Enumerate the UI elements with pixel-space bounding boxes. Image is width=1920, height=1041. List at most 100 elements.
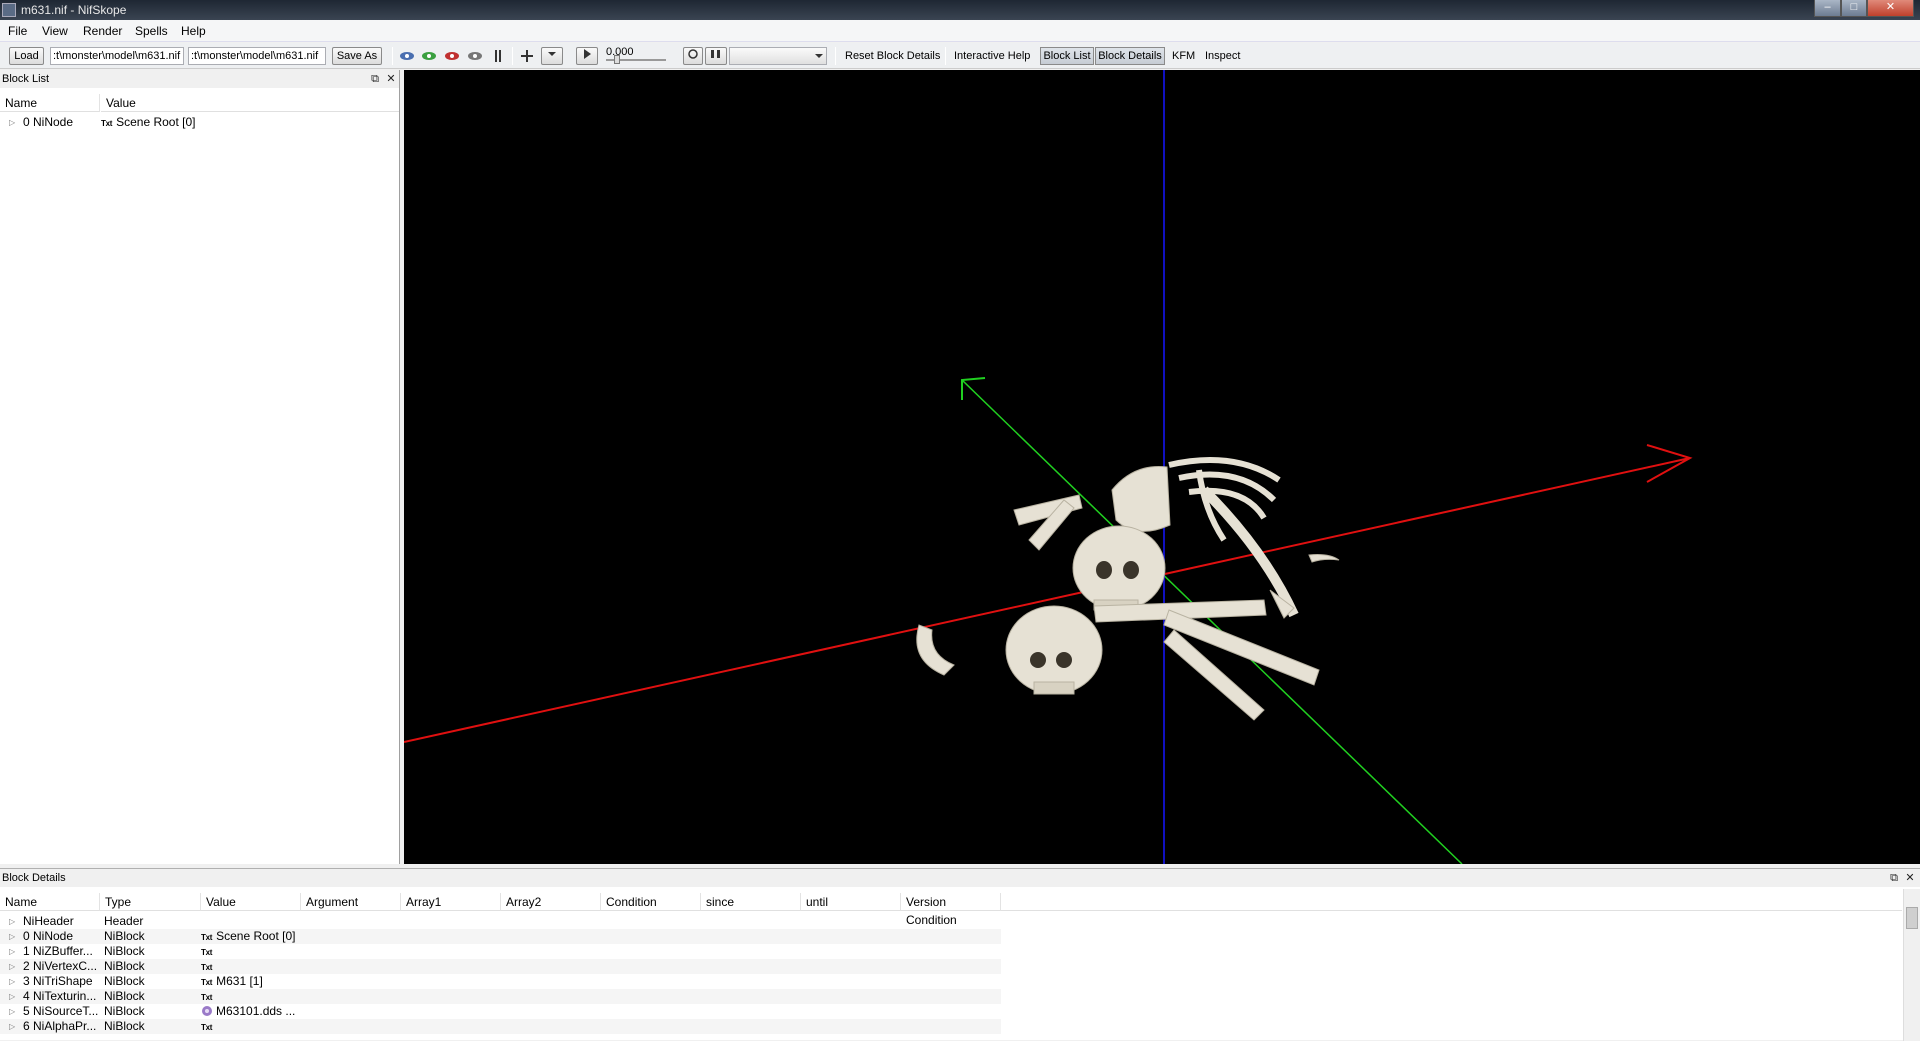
maximize-button[interactable]: □: [1841, 0, 1867, 17]
row-name: 5 NiSourceT...: [23, 1004, 99, 1018]
column-header-value[interactable]: Value: [101, 94, 399, 112]
chevron-down-icon: [815, 54, 823, 58]
view-top-icon[interactable]: [398, 48, 416, 64]
skull-back: [1111, 465, 1171, 532]
row-value-cell: Txt: [201, 1019, 321, 1035]
column-header-since[interactable]: since: [701, 893, 801, 911]
text-type-icon: Txt: [101, 119, 113, 128]
column-header-name[interactable]: Name: [0, 893, 100, 911]
loop-button[interactable]: [683, 47, 703, 65]
column-header-argument[interactable]: Argument: [301, 893, 401, 911]
skeleton-model[interactable]: [916, 457, 1340, 721]
menu-bar: File View Render Spells Help: [0, 20, 1920, 42]
render-viewport[interactable]: [404, 70, 1920, 864]
row-type: NiBlock: [104, 929, 145, 943]
view-side-icon[interactable]: [443, 48, 461, 64]
reset-block-details-button[interactable]: Reset Block Details: [845, 50, 940, 62]
table-row[interactable]: ▷ 3 NiTriShape NiBlock Txt M631 [1]: [0, 974, 1001, 989]
expand-arrow-icon[interactable]: ▷: [9, 929, 15, 944]
play-button[interactable]: [576, 47, 598, 65]
menu-file[interactable]: File: [8, 24, 27, 38]
axis-move-icon[interactable]: [518, 48, 536, 64]
kfm-button[interactable]: KFM: [1172, 50, 1195, 62]
column-header-array2[interactable]: Array2: [501, 893, 601, 911]
row-type: NiBlock: [104, 1004, 145, 1018]
column-header-condition[interactable]: Condition: [601, 893, 701, 911]
expand-arrow-icon[interactable]: ▷: [9, 944, 15, 959]
table-row[interactable]: ▷ 2 NiVertexC... NiBlock Txt: [0, 959, 1001, 974]
scene-canvas[interactable]: [404, 70, 1920, 864]
block-details-toggle[interactable]: Block Details: [1095, 47, 1165, 65]
column-header-value[interactable]: Value: [201, 893, 301, 911]
text-type-icon: Txt: [201, 978, 213, 987]
inspect-button[interactable]: Inspect: [1205, 50, 1240, 62]
table-row[interactable]: ▷ 0 NiNode NiBlock Txt Scene Root [0]: [0, 929, 1001, 944]
skull-center: [1072, 525, 1166, 611]
spine-bone: [1200, 486, 1299, 618]
expand-arrow-icon[interactable]: ▷: [9, 1019, 15, 1034]
save-as-button[interactable]: Save As: [332, 47, 382, 65]
minimize-button[interactable]: –: [1814, 0, 1841, 17]
animation-select[interactable]: [729, 47, 827, 65]
row-type: NiBlock: [104, 944, 145, 958]
table-row[interactable]: ▷ 6 NiAlphaPr... NiBlock Txt: [0, 1019, 1001, 1034]
expand-arrow-icon[interactable]: ▷: [9, 989, 15, 1004]
row-name: 1 NiZBuffer...: [23, 944, 93, 958]
expand-arrow-icon[interactable]: ▷: [9, 959, 15, 974]
table-row[interactable]: ▷ 5 NiSourceT... NiBlock M63101.dds ...: [0, 1004, 1001, 1019]
block-details-panel: Block Details ⧉ ✕ Name Type Value Argume…: [0, 868, 1920, 1041]
bone-fragment: [1308, 554, 1340, 563]
row-value-cell: M63101.dds ...: [201, 1004, 341, 1019]
load-path-input[interactable]: :t\monster\model\m631.nif: [50, 47, 184, 65]
vertical-scrollbar[interactable]: [1903, 889, 1920, 1041]
column-header-version-condition[interactable]: Version Condition: [901, 893, 1001, 927]
expand-arrow-icon[interactable]: ▷: [9, 1004, 15, 1019]
close-panel-icon[interactable]: ✕: [1904, 872, 1916, 884]
switch-button[interactable]: [705, 47, 727, 65]
close-panel-icon[interactable]: ✕: [385, 73, 397, 85]
row-value-cell: Txt M631 [1]: [201, 974, 321, 990]
close-button[interactable]: ✕: [1867, 0, 1914, 17]
float-panel-icon[interactable]: ⧉: [369, 73, 381, 85]
view-user-icon[interactable]: [466, 48, 484, 64]
table-row[interactable]: ▷ NiHeader Header: [0, 914, 1001, 929]
ribcage: [1168, 457, 1281, 542]
menu-view[interactable]: View: [42, 24, 68, 38]
block-value: Scene Root [0]: [116, 115, 196, 129]
expand-arrow-icon[interactable]: ▷: [9, 914, 15, 929]
menu-help[interactable]: Help: [181, 24, 206, 38]
float-panel-icon[interactable]: ⧉: [1888, 872, 1900, 884]
scrollbar-thumb[interactable]: [1906, 907, 1918, 929]
text-type-icon: Txt: [201, 963, 213, 972]
block-list-row[interactable]: ▷ 0 NiNode Txt Scene Root [0]: [0, 115, 399, 130]
block-list-toggle[interactable]: Block List: [1040, 47, 1094, 65]
menu-spells[interactable]: Spells: [135, 24, 168, 38]
column-header-array1[interactable]: Array1: [401, 893, 501, 911]
app-icon: [2, 3, 16, 17]
toolbar-separator: [392, 47, 393, 65]
text-type-icon: Txt: [201, 948, 213, 957]
column-header-name[interactable]: Name: [0, 94, 100, 112]
save-path-input[interactable]: :t\monster\model\m631.nif: [188, 47, 326, 65]
view-dropdown-button[interactable]: [541, 47, 563, 65]
column-header-type[interactable]: Type: [100, 893, 201, 911]
table-row[interactable]: ▷ 4 NiTexturin... NiBlock Txt: [0, 989, 1001, 1004]
expand-arrow-icon[interactable]: ▷: [9, 974, 15, 989]
load-button[interactable]: Load: [9, 47, 44, 65]
menu-render[interactable]: Render: [83, 24, 122, 38]
window-title: m631.nif - NifSkope: [21, 3, 127, 17]
text-type-icon: Txt: [201, 1023, 213, 1032]
row-value-cell: Txt: [201, 959, 321, 975]
view-front-icon[interactable]: [420, 48, 438, 64]
table-row[interactable]: ▷ 1 NiZBuffer... NiBlock Txt: [0, 944, 1001, 959]
walk-mode-icon[interactable]: [489, 48, 507, 64]
column-header-filler: [1001, 893, 1902, 911]
time-slider-handle[interactable]: [614, 55, 620, 64]
column-header-until[interactable]: until: [801, 893, 901, 911]
expand-arrow-icon[interactable]: ▷: [9, 115, 15, 130]
toolbar: Load :t\monster\model\m631.nif :t\monste…: [0, 43, 1920, 69]
switch-icon: [711, 50, 720, 58]
text-type-icon: Txt: [201, 993, 213, 1002]
interactive-help-button[interactable]: Interactive Help: [954, 50, 1030, 62]
y-axis-arrowhead: [961, 377, 986, 400]
